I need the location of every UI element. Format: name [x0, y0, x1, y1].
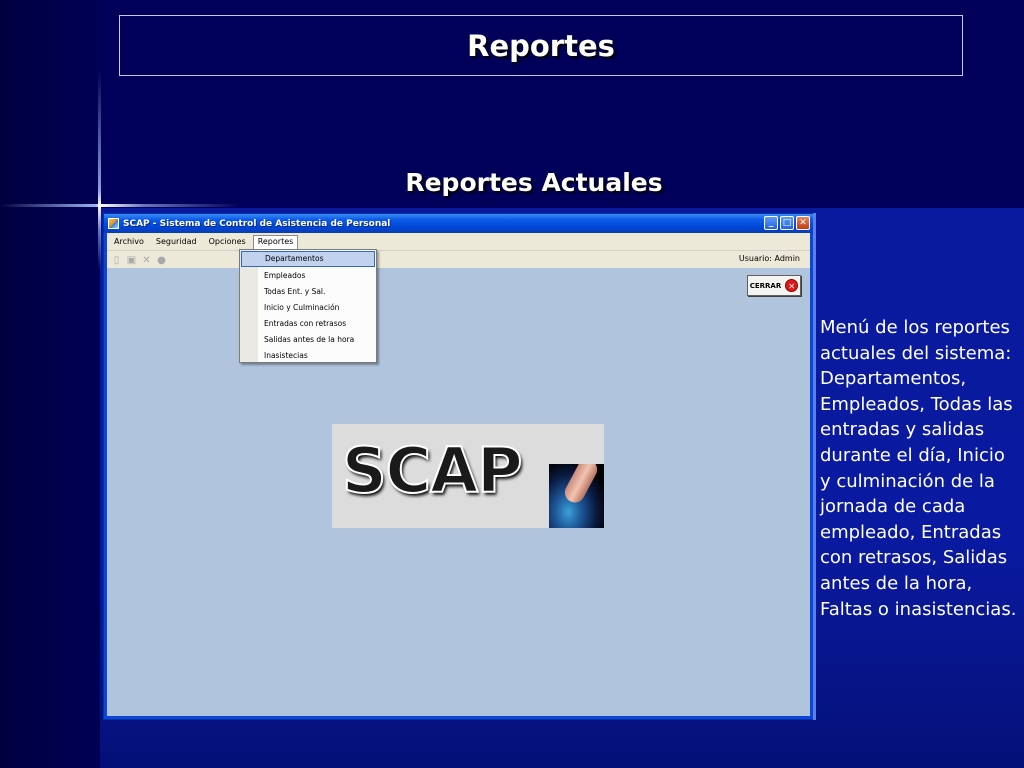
delete-icon[interactable]: ✕	[141, 255, 152, 266]
slide-title: Reportes	[467, 28, 615, 63]
minimize-button[interactable]: _	[764, 216, 778, 230]
app-icon	[108, 218, 119, 229]
light-flare-horizontal	[0, 204, 240, 207]
close-circle-icon: ✕	[785, 279, 799, 292]
menu-item-salidas-antes[interactable]: Salidas antes de la hora	[241, 332, 375, 348]
slide-description: Menú de los reportes actuales del sistem…	[820, 317, 1017, 620]
app-window: SCAP - Sistema de Control de Asistencia …	[103, 213, 814, 720]
accept-icon[interactable]: ●	[156, 255, 167, 266]
menu-reportes[interactable]: Reportes	[252, 234, 299, 249]
menu-opciones[interactable]: Opciones	[204, 235, 251, 248]
window-title: SCAP - Sistema de Control de Asistencia …	[123, 218, 391, 229]
menu-bar: Archivo Seguridad Opciones Reportes	[107, 233, 810, 250]
new-document-icon[interactable]: ▯	[111, 255, 122, 266]
finger-shape	[561, 464, 601, 507]
client-area: CERRAR ✕ SCAP	[107, 268, 810, 716]
user-label: Usuario: Admin	[738, 254, 800, 263]
fingerprint-image	[549, 464, 604, 528]
menu-item-inasistencias[interactable]: Inasistecias	[241, 348, 375, 364]
save-icon[interactable]: ▣	[126, 255, 137, 266]
cerrar-button[interactable]: CERRAR ✕	[747, 275, 801, 296]
reportes-dropdown-menu: Departamentos Empleados Todas Ent. y Sal…	[239, 249, 377, 363]
toolbar: ▯ ▣ ✕ ● Usuario: Admin	[107, 250, 810, 269]
close-window-button[interactable]: ✕	[796, 216, 810, 230]
logo-text: SCAP	[341, 433, 524, 508]
menu-item-departamentos[interactable]: Departamentos	[241, 251, 375, 267]
menu-item-empleados[interactable]: Empleados	[241, 268, 375, 284]
menu-archivo[interactable]: Archivo	[109, 235, 149, 248]
window-edge-highlight	[813, 213, 816, 720]
menu-item-inicio-culminacion[interactable]: Inicio y Culminación	[241, 300, 375, 316]
slide-title-box: Reportes	[119, 15, 963, 76]
menu-item-entradas-retrasos[interactable]: Entradas con retrasos	[241, 316, 375, 332]
slide-subtitle: Reportes Actuales	[405, 168, 663, 197]
maximize-button[interactable]: □	[780, 216, 794, 230]
scap-logo: SCAP	[332, 424, 604, 528]
menu-seguridad[interactable]: Seguridad	[151, 235, 202, 248]
window-titlebar[interactable]: SCAP - Sistema de Control de Asistencia …	[104, 214, 813, 233]
menu-item-todas-ent-sal[interactable]: Todas Ent. y Sal.	[241, 284, 375, 300]
cerrar-button-label: CERRAR	[749, 281, 782, 290]
left-background-band	[0, 0, 100, 768]
window-controls: _ □ ✕	[764, 216, 810, 230]
